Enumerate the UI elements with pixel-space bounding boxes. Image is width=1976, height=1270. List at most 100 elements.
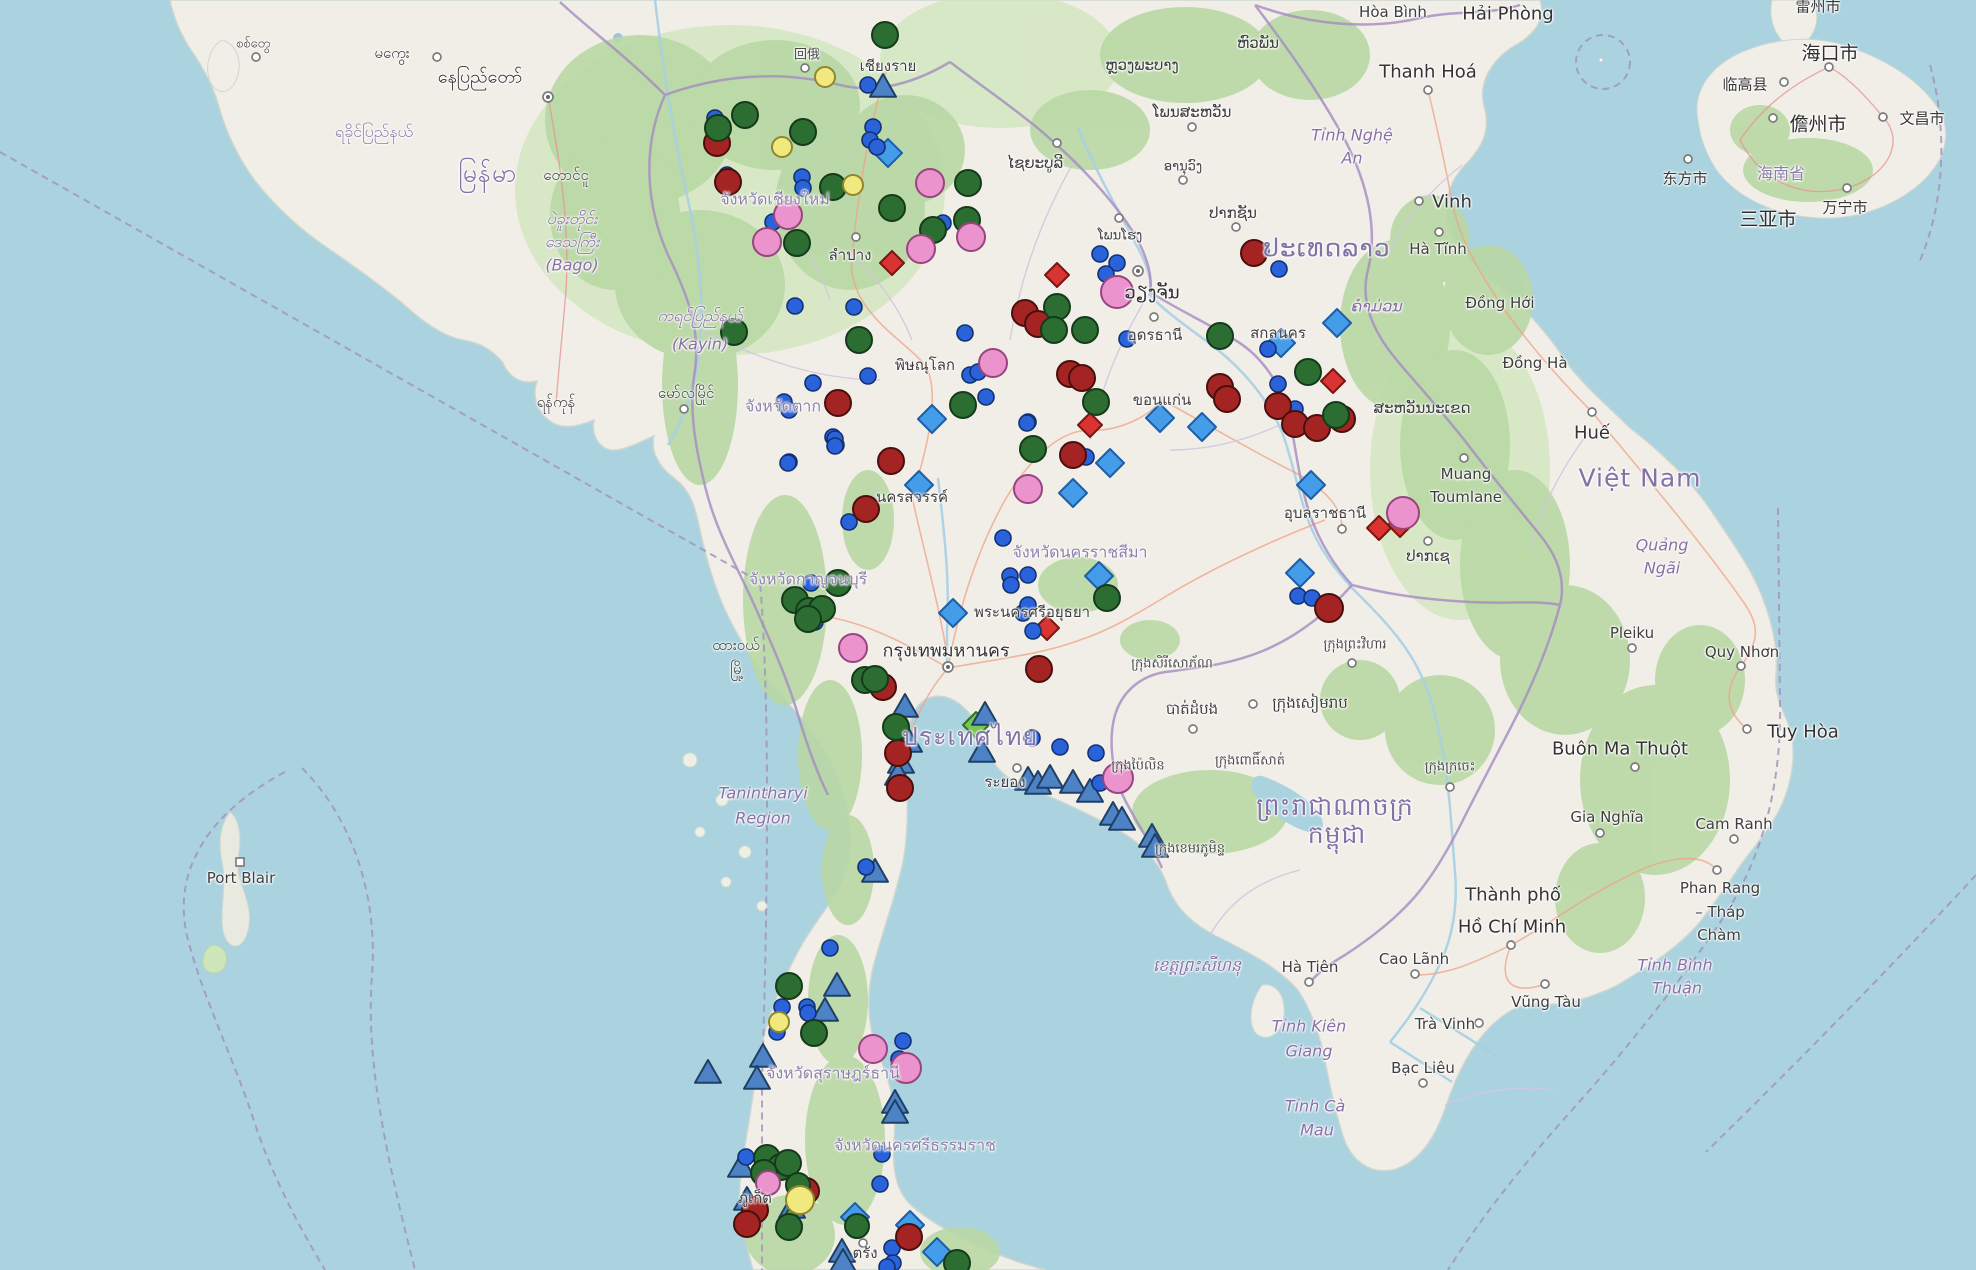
map-marker-circle-b[interactable] [1024, 730, 1040, 746]
map-marker-circle-b[interactable] [780, 455, 796, 471]
map-marker-circle-b[interactable] [1019, 415, 1035, 431]
map-marker-circle-b[interactable] [1092, 246, 1108, 262]
map-marker-circle-g[interactable] [820, 174, 846, 200]
map-marker-circle-p[interactable] [859, 1035, 887, 1063]
map-marker-circle-g[interactable] [825, 570, 851, 596]
map-marker-circle-r[interactable] [1026, 656, 1052, 682]
map-marker-circle-b[interactable] [1270, 376, 1286, 392]
map-marker-circle-r[interactable] [1241, 240, 1267, 266]
map-marker-circle-b[interactable] [1025, 623, 1041, 639]
map-marker-circle-p[interactable] [979, 349, 1007, 377]
map-marker-circle-p[interactable] [907, 235, 935, 263]
map-marker-circle-b[interactable] [846, 299, 862, 315]
map-marker-circle-b[interactable] [827, 438, 843, 454]
map-marker-circle-g[interactable] [784, 230, 810, 256]
map-marker-circle-b[interactable] [795, 180, 811, 196]
map-marker-circle-r[interactable] [887, 775, 913, 801]
map-marker-circle-p[interactable] [756, 1171, 780, 1195]
map-marker-circle-g[interactable] [1083, 389, 1109, 415]
map-marker-circle-p[interactable] [957, 223, 985, 251]
map-marker-circle-g[interactable] [1041, 317, 1067, 343]
map-marker-circle-g[interactable] [845, 1214, 869, 1238]
map-marker-triangle-st[interactable] [824, 973, 850, 996]
map-marker-circle-b[interactable] [978, 389, 994, 405]
map-canvas[interactable]: စစ်တွေမကွေးနေပြည်တော်ရခိုင်ပြည်နယ်မြန်မာ… [0, 0, 1976, 1270]
map-marker-circle-b[interactable] [869, 139, 885, 155]
map-marker-circle-p[interactable] [753, 228, 781, 256]
map-marker-circle-r[interactable] [825, 390, 851, 416]
map-marker-circle-b[interactable] [860, 77, 876, 93]
map-marker-circle-b[interactable] [800, 1005, 816, 1021]
map-marker-circle-b[interactable] [1020, 597, 1036, 613]
map-marker-diamond-bd[interactable] [1188, 413, 1216, 441]
map-marker-circle-g[interactable] [955, 170, 981, 196]
map-marker-circle-g[interactable] [846, 327, 872, 353]
map-marker-circle-b[interactable] [1088, 745, 1104, 761]
map-marker-diamond-bd[interactable] [1286, 559, 1314, 587]
map-marker-diamond-bd[interactable] [1146, 404, 1174, 432]
map-marker-circle-b[interactable] [803, 575, 819, 591]
map-marker-circle-g[interactable] [879, 195, 905, 221]
map-marker-triangle-st[interactable] [750, 1044, 776, 1067]
map-marker-circle-b[interactable] [1052, 739, 1068, 755]
map-marker-circle-b[interactable] [995, 530, 1011, 546]
map-marker-diamond-rd[interactable] [1321, 369, 1345, 393]
map-marker-diamond-rd[interactable] [880, 251, 904, 275]
map-marker-circle-g[interactable] [883, 714, 909, 740]
map-marker-circle-g[interactable] [944, 1250, 970, 1270]
map-marker-circle-g[interactable] [721, 319, 747, 345]
map-marker-circle-r[interactable] [715, 169, 741, 195]
map-marker-circle-p[interactable] [1387, 497, 1419, 529]
map-marker-circle-g[interactable] [1207, 323, 1233, 349]
map-marker-circle-b[interactable] [738, 1149, 754, 1165]
map-marker-circle-g[interactable] [776, 1214, 802, 1240]
map-marker-diamond-bd[interactable] [1096, 449, 1124, 477]
map-marker-circle-g[interactable] [795, 606, 821, 632]
map-marker-circle-b[interactable] [1003, 577, 1019, 593]
map-marker-circle-y[interactable] [769, 1012, 789, 1032]
map-marker-circle-g[interactable] [732, 102, 758, 128]
map-marker-circle-g[interactable] [790, 119, 816, 145]
map-marker-circle-r[interactable] [896, 1224, 922, 1250]
map-marker-circle-r[interactable] [734, 1211, 760, 1237]
map-marker-circle-r[interactable] [1214, 386, 1240, 412]
map-marker-diamond-bd[interactable] [1323, 309, 1351, 337]
map-marker-circle-g[interactable] [776, 973, 802, 999]
map-marker-circle-g[interactable] [872, 22, 898, 48]
map-marker-circle-b[interactable] [874, 1146, 890, 1162]
map-marker-circle-b[interactable] [858, 859, 874, 875]
map-marker-circle-g[interactable] [801, 1020, 827, 1046]
map-marker-circle-y[interactable] [786, 1186, 814, 1214]
map-marker-circle-g[interactable] [705, 115, 731, 141]
map-marker-circle-g[interactable] [862, 666, 888, 692]
map-marker-circle-p[interactable] [891, 1053, 921, 1083]
map-marker-diamond-bd[interactable] [1059, 479, 1087, 507]
map-marker-diamond-bd[interactable] [918, 405, 946, 433]
map-marker-circle-r[interactable] [1069, 365, 1095, 391]
map-marker-triangle-st[interactable] [969, 739, 995, 762]
map-marker-circle-r[interactable] [878, 448, 904, 474]
map-marker-diamond-bd[interactable] [905, 471, 933, 499]
map-marker-circle-b[interactable] [1260, 341, 1276, 357]
map-marker-circle-b[interactable] [1119, 331, 1135, 347]
map-marker-circle-b[interactable] [1271, 261, 1287, 277]
map-marker-circle-g[interactable] [1094, 585, 1120, 611]
map-marker-circle-b[interactable] [957, 325, 973, 341]
map-marker-circle-p[interactable] [916, 169, 944, 197]
map-marker-circle-b[interactable] [822, 940, 838, 956]
map-marker-circle-b[interactable] [879, 1259, 895, 1270]
map-marker-diamond-rd[interactable] [1045, 263, 1069, 287]
map-marker-circle-p[interactable] [1014, 475, 1042, 503]
map-marker-circle-g[interactable] [1072, 317, 1098, 343]
map-marker-circle-p[interactable] [1103, 763, 1133, 793]
map-marker-diamond-bd[interactable] [939, 599, 967, 627]
map-marker-circle-b[interactable] [860, 368, 876, 384]
map-marker-circle-r[interactable] [1060, 442, 1086, 468]
map-marker-circle-g[interactable] [1323, 402, 1349, 428]
map-marker-circle-b[interactable] [787, 298, 803, 314]
map-marker-circle-y[interactable] [772, 137, 792, 157]
map-marker-circle-p[interactable] [1101, 276, 1133, 308]
map-marker-circle-p[interactable] [839, 634, 867, 662]
map-marker-circle-r[interactable] [1315, 594, 1343, 622]
map-marker-circle-b[interactable] [781, 402, 797, 418]
